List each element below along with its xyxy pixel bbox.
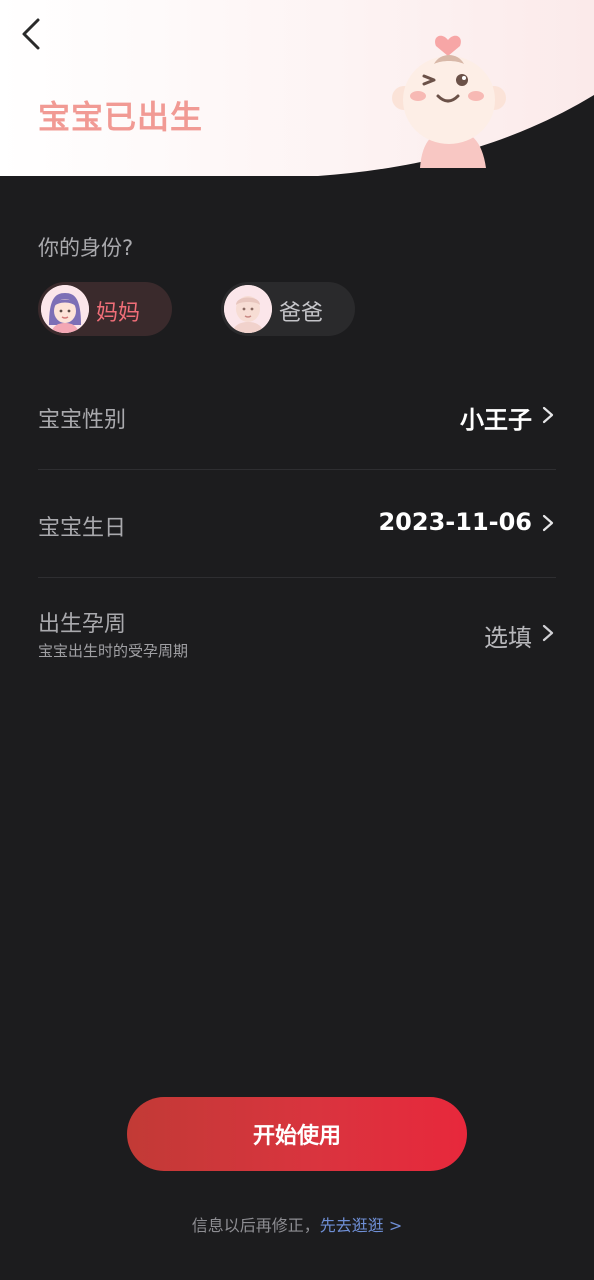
birthday-value: 2023-11-06	[378, 508, 532, 536]
chevron-right-icon	[542, 406, 554, 424]
gender-value: 小王子	[460, 406, 532, 434]
divider	[38, 469, 556, 470]
mom-avatar	[41, 285, 89, 333]
birthday-row[interactable]: 宝宝生日 2023-11-06	[38, 496, 556, 552]
identity-question: 你的身份?	[38, 236, 134, 260]
back-button[interactable]	[14, 14, 50, 54]
gestation-value: 选填	[484, 624, 532, 652]
page-title: 宝宝已出生	[38, 98, 204, 136]
screen: 宝宝已出生 你的身份? 妈妈 爸爸 宝宝性别 小王子 宝宝生日 2023-11-…	[0, 0, 594, 1280]
chevron-right-icon	[542, 624, 554, 642]
role-option-mom[interactable]: 妈妈	[38, 282, 172, 336]
gestation-sublabel: 宝宝出生时的受孕周期	[38, 642, 189, 660]
footer-note-text: 信息以后再修正，	[191, 1216, 320, 1235]
baby-wink-illustration	[392, 35, 506, 168]
footer-note: 信息以后再修正，先去逛逛 >	[0, 1212, 594, 1236]
skip-link[interactable]: 先去逛逛 >	[320, 1216, 403, 1235]
chevron-left-icon	[22, 18, 40, 50]
role-label-dad: 爸爸	[279, 301, 324, 326]
dad-avatar	[224, 285, 272, 333]
gender-row[interactable]: 宝宝性别 小王子	[38, 388, 556, 444]
header: 宝宝已出生	[0, 0, 594, 176]
gender-label: 宝宝性别	[38, 408, 127, 433]
divider	[38, 577, 556, 578]
role-label-mom: 妈妈	[96, 301, 141, 326]
role-option-dad[interactable]: 爸爸	[221, 282, 355, 336]
gestation-row[interactable]: 出生孕周 宝宝出生时的受孕周期 选填	[38, 604, 556, 664]
chevron-right-icon	[542, 514, 554, 532]
gestation-label: 出生孕周	[38, 612, 127, 637]
birthday-label: 宝宝生日	[38, 516, 127, 541]
start-button[interactable]: 开始使用	[127, 1097, 467, 1171]
